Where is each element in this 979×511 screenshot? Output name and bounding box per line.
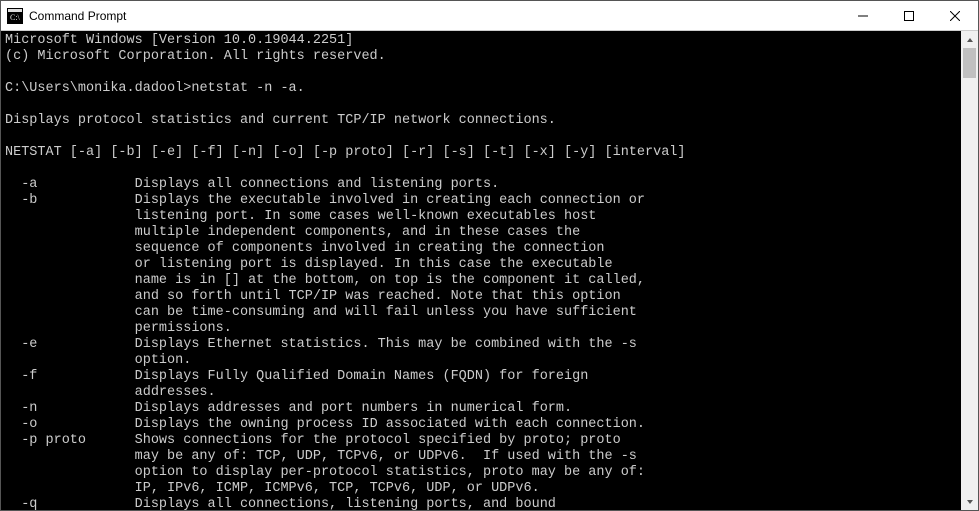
opt-text: Displays Ethernet statistics. This may b…	[135, 337, 637, 352]
scroll-up-arrow-icon[interactable]	[961, 31, 978, 48]
opt-text: multiple independent components, and in …	[135, 225, 581, 240]
scroll-track[interactable]	[961, 48, 978, 493]
maximize-button[interactable]	[886, 1, 932, 30]
terminal-area[interactable]: Microsoft Windows [Version 10.0.19044.22…	[1, 31, 978, 510]
scroll-down-arrow-icon[interactable]	[961, 493, 978, 510]
opt-flag: -e	[21, 337, 37, 352]
svg-text:C:\: C:\	[10, 13, 21, 22]
opt-text: permissions.	[135, 321, 232, 336]
opt-text: Displays all connections and listening p…	[135, 177, 500, 192]
opt-text: sequence of components involved in creat…	[135, 241, 605, 256]
opt-text: Displays the executable involved in crea…	[135, 193, 645, 208]
banner-line: (c) Microsoft Corporation. All rights re…	[5, 49, 386, 64]
opt-text: Displays Fully Qualified Domain Names (F…	[135, 369, 589, 384]
command-text: netstat -n -a.	[191, 81, 304, 96]
opt-text: can be time-consuming and will fail unle…	[135, 305, 637, 320]
opt-text: addresses.	[135, 385, 216, 400]
vertical-scrollbar[interactable]	[961, 31, 978, 510]
opt-flag: -p proto	[21, 433, 86, 448]
opt-flag: -f	[21, 369, 37, 384]
app-icon: C:\	[7, 8, 23, 24]
minimize-button[interactable]	[840, 1, 886, 30]
terminal-output: Microsoft Windows [Version 10.0.19044.22…	[1, 31, 978, 510]
opt-text: option to display per-protocol statistic…	[135, 465, 645, 480]
opt-text: Shows connections for the protocol speci…	[135, 433, 621, 448]
prompt-path: C:\Users\monika.dadool>	[5, 81, 191, 96]
opt-flag: -o	[21, 417, 37, 432]
opt-text: name is in [] at the bottom, on top is t…	[135, 273, 645, 288]
scroll-thumb[interactable]	[963, 48, 976, 78]
opt-flag: -b	[21, 193, 37, 208]
opt-text: or listening port is displayed. In this …	[135, 257, 613, 272]
opt-text: option.	[135, 353, 192, 368]
window-title: Command Prompt	[29, 9, 840, 23]
window-controls	[840, 1, 978, 30]
opt-flag: -q	[21, 497, 37, 510]
close-button[interactable]	[932, 1, 978, 30]
help-usage: NETSTAT [-a] [-b] [-e] [-f] [-n] [-o] [-…	[5, 145, 686, 160]
title-bar: C:\ Command Prompt	[1, 1, 978, 31]
opt-text: IP, IPv6, ICMP, ICMPv6, TCP, TCPv6, UDP,…	[135, 481, 540, 496]
opt-text: Displays addresses and port numbers in n…	[135, 401, 572, 416]
opt-text: Displays the owning process ID associate…	[135, 417, 645, 432]
opt-text: may be any of: TCP, UDP, TCPv6, or UDPv6…	[135, 449, 637, 464]
banner-line: Microsoft Windows [Version 10.0.19044.22…	[5, 33, 353, 48]
opt-text: and so forth until TCP/IP was reached. N…	[135, 289, 621, 304]
opt-text: listening port. In some cases well-known…	[135, 209, 597, 224]
opt-text: Displays all connections, listening port…	[135, 497, 556, 510]
opt-flag: -a	[21, 177, 37, 192]
help-desc: Displays protocol statistics and current…	[5, 113, 556, 128]
opt-flag: -n	[21, 401, 37, 416]
